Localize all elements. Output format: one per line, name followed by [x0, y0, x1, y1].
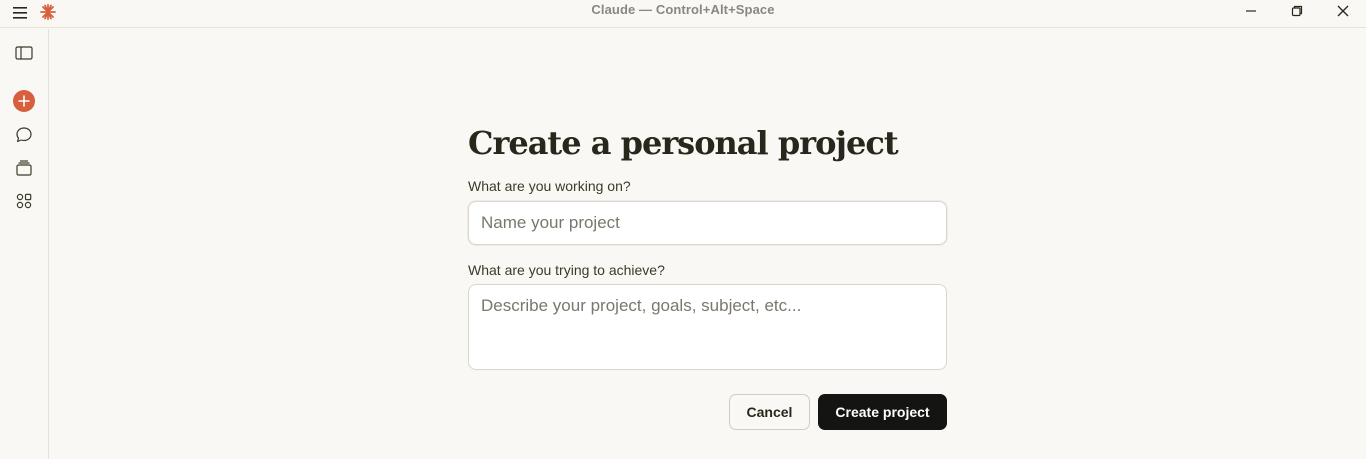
- title-bar: Claude — Control+Alt+Space: [0, 0, 1366, 28]
- project-name-input[interactable]: [468, 201, 947, 245]
- project-name-label: What are you working on?: [468, 178, 631, 194]
- project-description-label: What are you trying to achieve?: [468, 262, 665, 278]
- cancel-button[interactable]: Cancel: [729, 394, 810, 430]
- restore-icon[interactable]: [1274, 0, 1320, 22]
- chat-bubbles-icon[interactable]: [12, 123, 36, 147]
- project-description-input[interactable]: [468, 284, 947, 370]
- window-title: Claude — Control+Alt+Space: [591, 2, 775, 17]
- page-title: Create a personal project: [468, 124, 899, 162]
- create-project-button[interactable]: Create project: [818, 394, 947, 430]
- sidebar: [0, 29, 49, 459]
- close-icon[interactable]: [1320, 0, 1366, 22]
- plus-icon: [18, 95, 30, 107]
- projects-stack-icon[interactable]: [12, 156, 36, 180]
- artifacts-grid-icon[interactable]: [12, 189, 36, 213]
- minimize-icon[interactable]: [1228, 0, 1274, 22]
- new-chat-button[interactable]: [13, 90, 35, 112]
- sidebar-panel-icon[interactable]: [12, 41, 36, 65]
